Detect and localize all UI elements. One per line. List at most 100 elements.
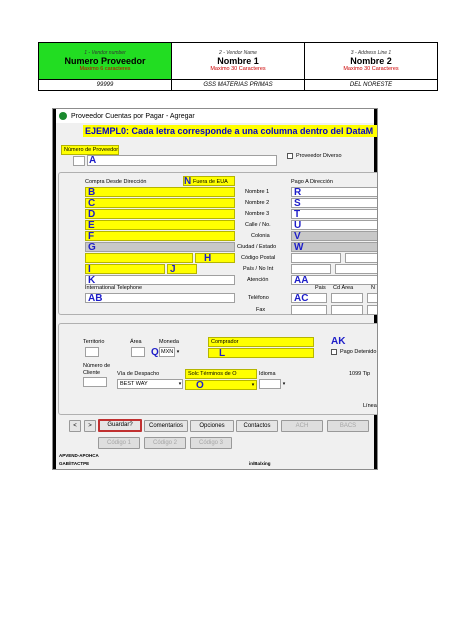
label-calle: Calle / No. [245, 222, 271, 228]
line-label: Línea [363, 403, 377, 409]
vendor-add-window: Proveedor Cuentas por Pagar - Agregar EJ… [52, 108, 378, 470]
purchase-name-3-input[interactable]: D [85, 209, 235, 220]
purchase-city-input[interactable]: G [85, 242, 235, 253]
payment-attention-input[interactable]: AA [291, 275, 377, 286]
field-letter: C [88, 198, 96, 209]
example-banner: EJEMPL0: Cada letra corresponde a una co… [83, 125, 377, 137]
bacs-button[interactable]: BACS [327, 420, 369, 432]
purchase-colonia-input[interactable]: F [85, 231, 235, 242]
purchase-attention-input[interactable]: K [85, 275, 235, 286]
label-atencion: Atención [247, 277, 269, 283]
label-ciudad-estado: Ciudad / Estado [237, 244, 277, 250]
ach-button[interactable]: ACH [281, 420, 323, 432]
terms-label: Solc Términos de O [188, 371, 237, 377]
value-cell: DEL NORESTE [349, 82, 393, 88]
field-letter: F [88, 231, 95, 242]
purchase-name-1-input[interactable]: B [85, 187, 235, 198]
header-row: 1 - Vendor number Numero Proveedor Maxim… [38, 42, 438, 80]
header-note: Maximo 30 Caracteres [210, 66, 266, 72]
vendor-number-input[interactable]: A [87, 155, 277, 166]
purchase-name-2-input[interactable]: C [85, 198, 235, 209]
payment-name-2-input[interactable]: S [291, 198, 377, 209]
intl-phone-letter: AB [88, 293, 103, 304]
field-letter: V [294, 231, 301, 242]
buyer-label-box: Comprador [208, 337, 314, 347]
payment-name-1-input[interactable]: R [291, 187, 377, 198]
terms-label-box: Solc Términos de O [185, 369, 257, 379]
fax-country-input[interactable] [291, 305, 327, 315]
phone-area-input[interactable] [331, 293, 363, 303]
payment-street-input[interactable]: U [291, 220, 377, 231]
vendor-number-label-box: Número de Proveedor [61, 145, 119, 155]
payment-city-input[interactable]: W [291, 242, 377, 253]
terms-dropdown-icon[interactable]: ▾ [250, 381, 256, 389]
fax-number-input[interactable] [367, 305, 377, 315]
field-letter: D [88, 209, 96, 220]
payment-state-input[interactable] [291, 253, 341, 263]
previous-button[interactable]: < [69, 420, 81, 432]
field-letter: E [88, 220, 95, 231]
payment-hold-checkbox[interactable] [331, 349, 337, 355]
comments-button[interactable]: Comentarios [144, 420, 188, 432]
header-title: Numero Proveedor [64, 56, 146, 66]
buyer-label: Comprador [211, 339, 239, 345]
options-button[interactable]: Opciones [190, 420, 234, 432]
buyer-letter: L [219, 348, 226, 359]
intl-phone-input[interactable]: AB [85, 293, 235, 304]
window-titlebar[interactable]: Proveedor Cuentas por Pagar - Agregar [56, 109, 374, 123]
payment-zip-input[interactable] [345, 253, 377, 263]
currency-dropdown-icon[interactable]: ▾ [175, 348, 181, 356]
phone-country-label: Pais [315, 285, 326, 291]
payment-intno-input[interactable] [335, 264, 377, 274]
payment-colonia-input[interactable]: V [291, 231, 377, 242]
phone-country-input[interactable]: AC [291, 293, 327, 304]
next-button[interactable]: > [84, 420, 96, 432]
ship-via-input[interactable]: BEST WAY [117, 379, 183, 389]
terms-input[interactable]: O [185, 380, 257, 391]
field-letter: R [294, 187, 302, 198]
contacts-button[interactable]: Contactos [236, 420, 278, 432]
ship-via-dropdown-icon[interactable]: ▾ [177, 380, 183, 388]
diverse-vendor-checkbox[interactable] [287, 153, 293, 159]
language-dropdown-icon[interactable]: ▾ [281, 380, 287, 388]
purchase-country-input[interactable]: I [85, 264, 165, 275]
purchase-state-input[interactable] [85, 253, 193, 263]
header-note: Maximo 6 caracteres [79, 66, 131, 72]
payment-name-3-input[interactable]: T [291, 209, 377, 220]
app-icon [59, 112, 67, 120]
diverse-vendor-label: Proveedor Diverso [296, 153, 342, 159]
value-row: 99999 GSS MATERIAS PRIMAS DEL NORESTE [38, 80, 438, 91]
phone-label: Teléfono [248, 295, 269, 301]
purchase-intno-input[interactable]: J [167, 264, 197, 275]
customer-number-input[interactable] [83, 377, 107, 387]
vendor-lookup-button[interactable] [73, 156, 85, 166]
ship-via-label: Vía de Despacho [117, 371, 160, 377]
phone-area-label: Cd Área [333, 285, 354, 291]
payment-country-input[interactable] [291, 264, 331, 274]
outside-us-box[interactable]: N Fuera de EUA [183, 176, 235, 187]
purchase-zip-input[interactable]: H [195, 253, 235, 264]
code-2-button[interactable]: Código 2 [144, 437, 186, 449]
fax-area-input[interactable] [331, 305, 363, 315]
header-note: Maximo 30 Caracteres [343, 66, 399, 72]
code-1-button[interactable]: Código 1 [98, 437, 140, 449]
currency-input[interactable]: MXN [159, 347, 175, 357]
save-button[interactable]: Guardar? [98, 419, 142, 432]
language-label: Idioma [259, 371, 276, 377]
field-letter: W [294, 242, 304, 253]
phone-number-input[interactable] [367, 293, 377, 303]
field-letter-h: H [204, 253, 212, 264]
field-letter-aa: AA [294, 275, 309, 286]
code-3-button[interactable]: Código 3 [190, 437, 232, 449]
field-letter: T [294, 209, 301, 220]
purchase-street-input[interactable]: E [85, 220, 235, 231]
label-nombre-3: Nombre 3 [245, 211, 270, 217]
buyer-input[interactable]: L [208, 348, 314, 359]
area-input[interactable] [131, 347, 145, 357]
vendor-number-label: Número de Proveedor [64, 147, 119, 153]
territory-input[interactable] [85, 347, 99, 357]
header-title: Nombre 1 [217, 56, 259, 66]
label-nombre-1: Nombre 1 [245, 189, 270, 195]
language-input[interactable] [259, 379, 281, 389]
payment-address-label: Pago A Dirección [291, 179, 333, 185]
